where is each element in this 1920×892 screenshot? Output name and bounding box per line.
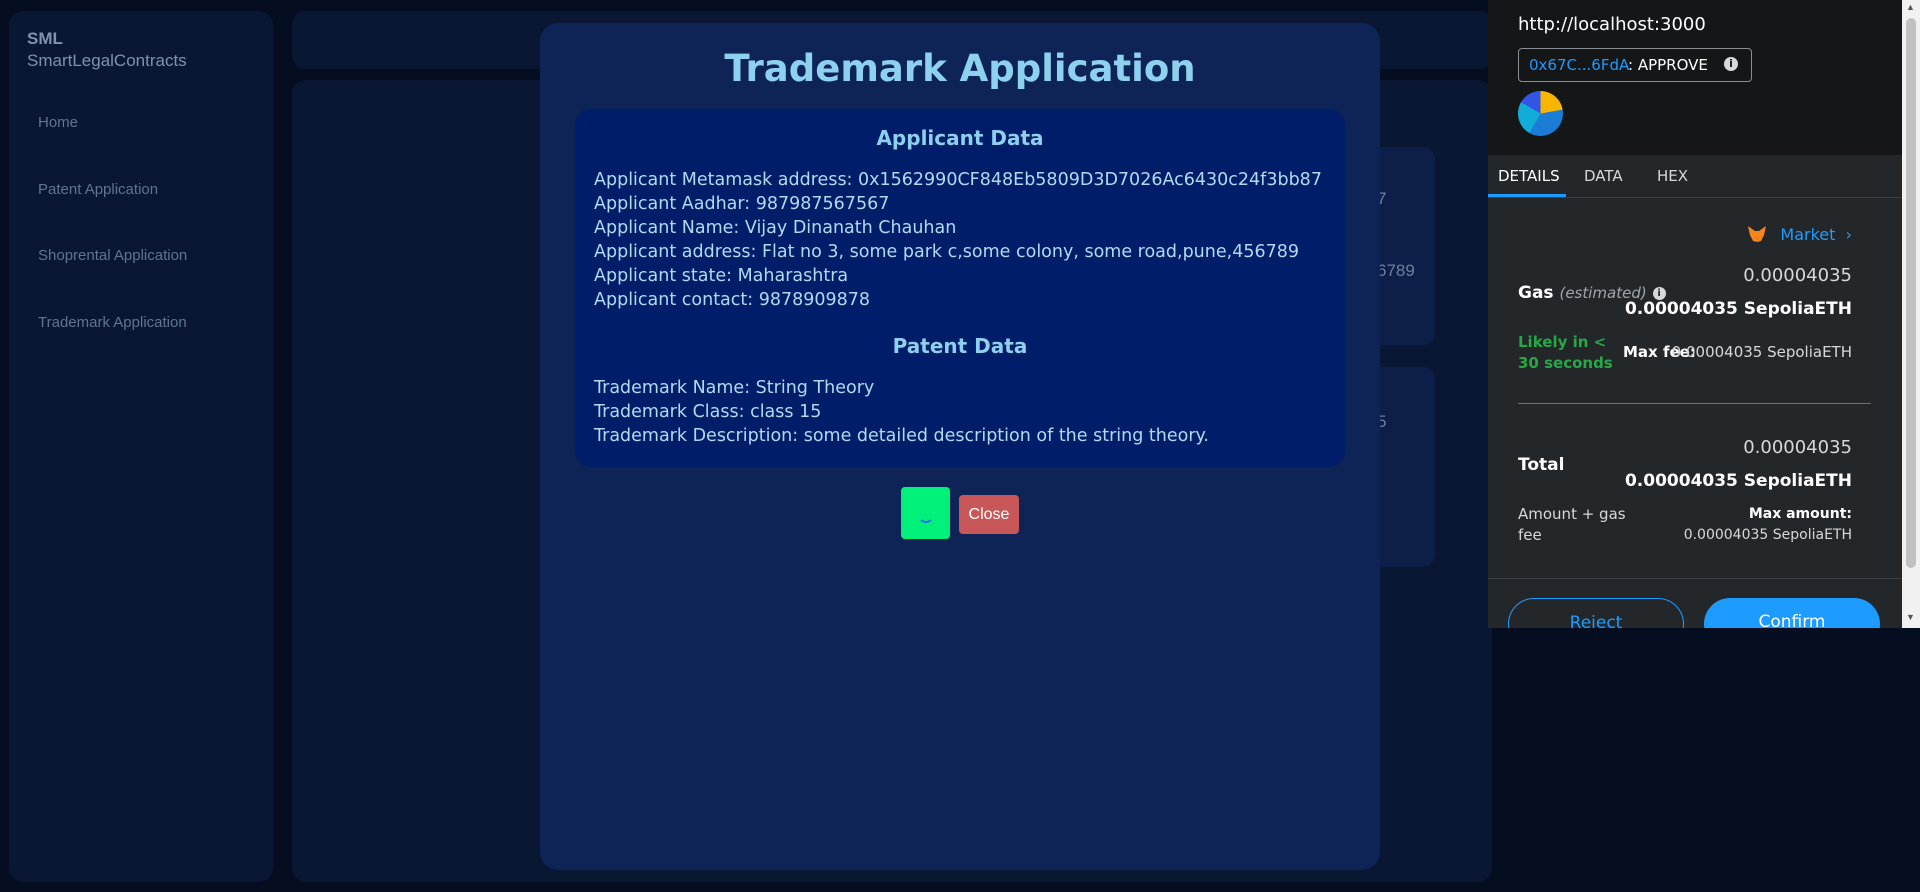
info-icon[interactable]: i bbox=[1724, 57, 1738, 71]
brand: SML SmartLegalContracts bbox=[27, 28, 187, 72]
gas-value-eth: 0.00004035 SepoliaETH bbox=[1624, 299, 1852, 319]
close-button[interactable]: Close bbox=[959, 495, 1019, 534]
confirm-button[interactable]: Confirm bbox=[1704, 598, 1880, 628]
metamask-popup: http://localhost:3000 0x67C...6FdA : APP… bbox=[1488, 0, 1902, 628]
total-label: Total bbox=[1518, 455, 1565, 475]
patent-data-heading: Patent Data bbox=[892, 334, 1028, 358]
applicant-contact: Applicant contact: 9878909878 bbox=[594, 290, 871, 310]
scrollbar-thumb[interactable] bbox=[1906, 18, 1916, 568]
brand-full: SmartLegalContracts bbox=[27, 51, 187, 70]
background-text: 6789 bbox=[1377, 261, 1415, 280]
scroll-up-icon[interactable]: ▲ bbox=[1906, 2, 1915, 12]
origin-url: http://localhost:3000 bbox=[1518, 14, 1706, 35]
gas-value: 0.00004035 bbox=[1743, 265, 1852, 286]
account-address-link[interactable]: 0x67C...6FdA bbox=[1529, 49, 1629, 81]
trademark-modal: Trademark Application Applicant Data App… bbox=[540, 23, 1380, 870]
brand-short: SML bbox=[27, 29, 63, 48]
sidebar-item-home[interactable]: Home bbox=[38, 114, 78, 131]
sidebar: SML SmartLegalContracts Home Patent Appl… bbox=[9, 11, 273, 882]
chevron-right-icon: › bbox=[1840, 225, 1852, 244]
max-fee-value: 0.00004035 SepoliaETH bbox=[1671, 343, 1852, 361]
sidebar-item-trademark-application[interactable]: Trademark Application bbox=[38, 314, 187, 331]
trademark-description: Trademark Description: some detailed des… bbox=[594, 426, 1209, 446]
account-approve-pill: 0x67C...6FdA : APPROVE i bbox=[1518, 48, 1752, 82]
metamask-header: http://localhost:3000 0x67C...6FdA : APP… bbox=[1488, 0, 1902, 155]
tab-hex[interactable]: HEX bbox=[1657, 167, 1688, 185]
gas-label: Gas bbox=[1518, 283, 1554, 303]
trademark-class: Trademark Class: class 15 bbox=[594, 402, 822, 422]
data-box: Applicant Data Applicant Metamask addres… bbox=[575, 109, 1345, 467]
total-value-eth: 0.00004035 SepoliaETH bbox=[1624, 471, 1852, 491]
applicant-name: Applicant Name: Vijay Dinanath Chauhan bbox=[594, 218, 957, 238]
divider bbox=[1518, 403, 1871, 404]
tab-data[interactable]: DATA bbox=[1584, 167, 1623, 185]
market-label: Market bbox=[1780, 225, 1836, 244]
submit-button-loading[interactable] bbox=[901, 487, 950, 539]
modal-title: Trademark Application bbox=[724, 47, 1196, 90]
applicant-aadhar: Applicant Aadhar: 987987567567 bbox=[594, 194, 890, 214]
loading-spinner-icon bbox=[918, 507, 934, 523]
reject-button[interactable]: Reject bbox=[1508, 598, 1684, 628]
amount-gas-fee-label: Amount + gas fee bbox=[1518, 505, 1626, 544]
applicant-state: Applicant state: Maharashtra bbox=[594, 266, 849, 286]
likely-time: Likely in < 30 seconds bbox=[1518, 333, 1613, 372]
metamask-fox-icon bbox=[1748, 226, 1766, 242]
max-amount-label: Max amount: bbox=[1748, 506, 1852, 522]
scroll-down-icon[interactable]: ▼ bbox=[1906, 612, 1915, 622]
tab-bar: DETAILS DATA HEX bbox=[1488, 155, 1902, 198]
applicant-metamask-address: Applicant Metamask address: 0x1562990CF8… bbox=[594, 170, 1322, 190]
max-amount-value: 0.00004035 SepoliaETH bbox=[1683, 527, 1852, 543]
action-label: : APPROVE bbox=[1628, 56, 1708, 74]
sidebar-item-patent-application[interactable]: Patent Application bbox=[38, 181, 158, 198]
applicant-address: Applicant address: Flat no 3, some park … bbox=[594, 242, 1299, 262]
market-link[interactable]: Market › bbox=[1780, 225, 1852, 244]
account-avatar bbox=[1518, 91, 1563, 136]
sidebar-item-shoprental-application[interactable]: Shoprental Application bbox=[38, 247, 187, 264]
trademark-name: Trademark Name: String Theory bbox=[594, 378, 875, 398]
applicant-data-heading: Applicant Data bbox=[876, 126, 1044, 150]
gas-info-icon[interactable]: i bbox=[1652, 286, 1666, 300]
total-value: 0.00004035 bbox=[1743, 437, 1852, 458]
active-tab-underline bbox=[1488, 194, 1566, 197]
popup-scrollbar[interactable]: ▲ ▼ bbox=[1902, 0, 1920, 628]
tab-details[interactable]: DETAILS bbox=[1498, 167, 1560, 185]
